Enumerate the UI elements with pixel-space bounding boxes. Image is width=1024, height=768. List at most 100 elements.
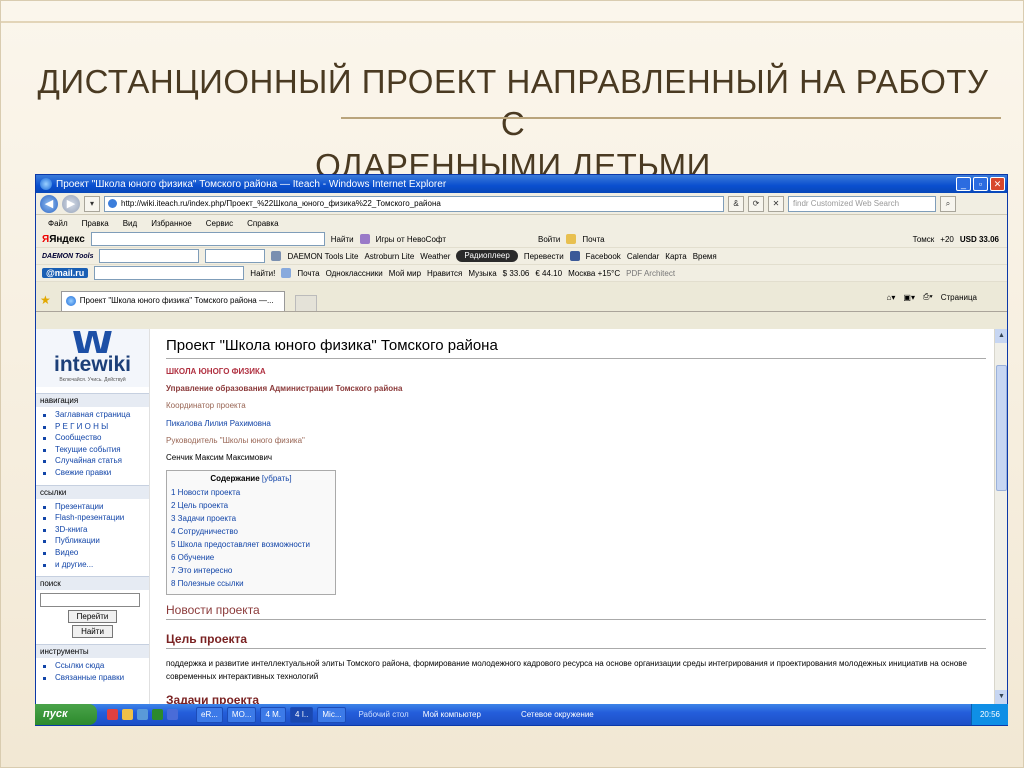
favorites-star-icon[interactable]: ★ [40, 293, 51, 307]
nav-item[interactable]: Случайная статья [42, 455, 145, 467]
feeds-icon[interactable]: ▣▾ [903, 293, 915, 302]
new-tab-button[interactable] [294, 295, 317, 311]
links-item[interactable]: Презентации [42, 501, 145, 513]
quicklaunch-icon[interactable] [152, 709, 163, 720]
links-item[interactable]: и другие... [42, 559, 145, 571]
close-icon[interactable]: ✕ [990, 177, 1005, 191]
scroll-down-icon[interactable]: ▼ [995, 690, 1007, 704]
nav-item[interactable]: Р Е Г И О Н Ы [42, 421, 145, 433]
links-item[interactable]: Flash-презентации [42, 512, 145, 524]
time-button[interactable]: Время [693, 252, 717, 261]
radio-player[interactable]: Радиоплеер [456, 250, 518, 262]
minimize-icon[interactable]: _ [956, 177, 971, 191]
calendar-button[interactable]: Calendar [627, 252, 659, 261]
games-button[interactable]: Игры от НевоСофт [376, 235, 446, 244]
nav-item[interactable]: Текущие события [42, 444, 145, 456]
tab-active[interactable]: Проект "Школа юного физика" Томского рай… [60, 291, 285, 311]
back-button[interactable]: ◀ [40, 194, 58, 213]
toc-item[interactable]: 2 Цель проекта [171, 499, 331, 512]
taskbar-item-active[interactable]: 4 I.. [290, 706, 314, 723]
goal-text: поддержка и развитие интеллектуальной эл… [166, 659, 967, 682]
login-button[interactable]: Войти [538, 235, 560, 244]
tools-section-title: инструменты [36, 644, 149, 659]
daemon-lite-button[interactable]: DAEMON Tools Lite [287, 252, 358, 261]
mailru-find-button[interactable]: Найти! [250, 269, 275, 278]
page-scrollbar[interactable]: ▲ ▼ [994, 329, 1007, 704]
yandex-search-input[interactable] [90, 232, 325, 246]
quicklaunch-icon[interactable] [137, 709, 148, 720]
menu-edit[interactable]: Правка [82, 219, 109, 228]
links-item[interactable]: Публикации [42, 535, 145, 547]
scroll-up-icon[interactable]: ▲ [995, 329, 1007, 343]
scroll-thumb[interactable] [996, 365, 1007, 491]
desktop-toolbar-label[interactable]: Рабочий стол [358, 710, 408, 719]
my-computer-link[interactable]: Мой компьютер [423, 710, 481, 719]
tools-item[interactable]: Ссылки сюда [42, 660, 145, 672]
links-item[interactable]: 3D-книга [42, 524, 145, 536]
links-item[interactable]: Видео [42, 547, 145, 559]
opera-icon[interactable] [107, 709, 118, 720]
toc-item[interactable]: 5 Школа предоставляет возможности [171, 538, 331, 551]
mailru-search-input[interactable] [94, 266, 245, 280]
taskbar-item[interactable]: МО... [226, 706, 257, 723]
toc-hide-link[interactable]: [убрать] [262, 474, 292, 483]
mail-button[interactable]: Почта [582, 235, 604, 244]
history-dropdown-icon[interactable]: ▾ [84, 195, 100, 212]
toc-item[interactable]: 6 Обучение [171, 551, 331, 564]
taskbar-item[interactable]: Mic... [317, 706, 347, 723]
taskbar-item[interactable]: 4 M. [260, 706, 287, 723]
quicklaunch-icon[interactable] [122, 709, 133, 720]
menu-help[interactable]: Справка [247, 219, 278, 228]
toc-item[interactable]: 4 Сотрудничество [171, 525, 331, 538]
search-icon[interactable]: ⌕ [940, 195, 956, 212]
page-menu-button[interactable]: Страница [941, 293, 977, 302]
astroburn-button[interactable]: Astroburn Lite [364, 252, 414, 261]
mailru-logo[interactable]: @mail.ru [42, 268, 89, 278]
yandex-find-button[interactable]: Найти [331, 235, 354, 244]
refresh-icon[interactable]: ⟳ [748, 195, 764, 212]
toc-item[interactable]: 7 Это интересно [171, 564, 331, 577]
daemon-search-input[interactable] [99, 249, 200, 263]
pdf-architect-button[interactable]: PDF Architect [626, 269, 675, 278]
nav-item[interactable]: Свежие правки [42, 467, 145, 479]
web-search-input[interactable]: findr Customized Web Search [788, 195, 936, 212]
music-button[interactable]: Музыка [468, 269, 496, 278]
coordinator-name[interactable]: Пикалова Лилия Рахимовна [166, 415, 986, 432]
intewiki-logo[interactable]: W intewiki Включайся. Учись. Действуй [36, 329, 149, 387]
nav-item[interactable]: Сообщество [42, 432, 145, 444]
menu-view[interactable]: Вид [123, 219, 137, 228]
toc-item[interactable]: 1 Новости проекта [171, 486, 331, 499]
map-button[interactable]: Карта [665, 252, 686, 261]
taskbar-item[interactable]: eR... [196, 706, 223, 723]
tools-item[interactable]: Связанные правки [42, 672, 145, 684]
compat-icon[interactable]: & [728, 195, 744, 212]
print-icon[interactable]: ⎙▾ [923, 292, 933, 302]
wiki-search-input[interactable] [40, 593, 140, 608]
weather-button[interactable]: Weather [420, 252, 450, 261]
forward-button[interactable]: ▶ [62, 194, 80, 213]
go-button[interactable]: Перейти [67, 610, 118, 624]
menu-tools[interactable]: Сервис [206, 219, 233, 228]
toc-item[interactable]: 8 Полезные ссылки [171, 577, 331, 590]
links-section-title: ссылки [36, 484, 149, 499]
address-bar[interactable]: http://wiki.iteach.ru/index.php/Проект_%… [104, 195, 724, 212]
odnoklassniki-button[interactable]: Одноклассники [326, 269, 383, 278]
like-button[interactable]: Нравится [427, 269, 462, 278]
yandex-logo[interactable]: ЯЯндекс [42, 234, 85, 245]
word-icon[interactable] [167, 709, 178, 720]
nav-item[interactable]: Заглавная страница [42, 409, 145, 421]
maximize-icon[interactable]: ▫ [973, 177, 988, 191]
home-icon[interactable]: ⌂▾ [887, 293, 896, 302]
translate-button[interactable]: Перевести [524, 252, 564, 261]
menu-file[interactable]: Файл [48, 219, 68, 228]
mailru-mail-button[interactable]: Почта [297, 269, 319, 278]
facebook-button[interactable]: Facebook [586, 252, 621, 261]
menu-favorites[interactable]: Избранное [151, 219, 192, 228]
mymir-button[interactable]: Мой мир [389, 269, 421, 278]
find-button[interactable]: Найти [72, 625, 113, 639]
start-button[interactable]: пуск [35, 704, 97, 725]
network-link[interactable]: Сетевое окружение [521, 710, 594, 719]
stop-icon[interactable]: ✕ [768, 195, 784, 212]
toc-item[interactable]: 3 Задачи проекта [171, 512, 331, 525]
daemon-field[interactable] [205, 249, 266, 263]
